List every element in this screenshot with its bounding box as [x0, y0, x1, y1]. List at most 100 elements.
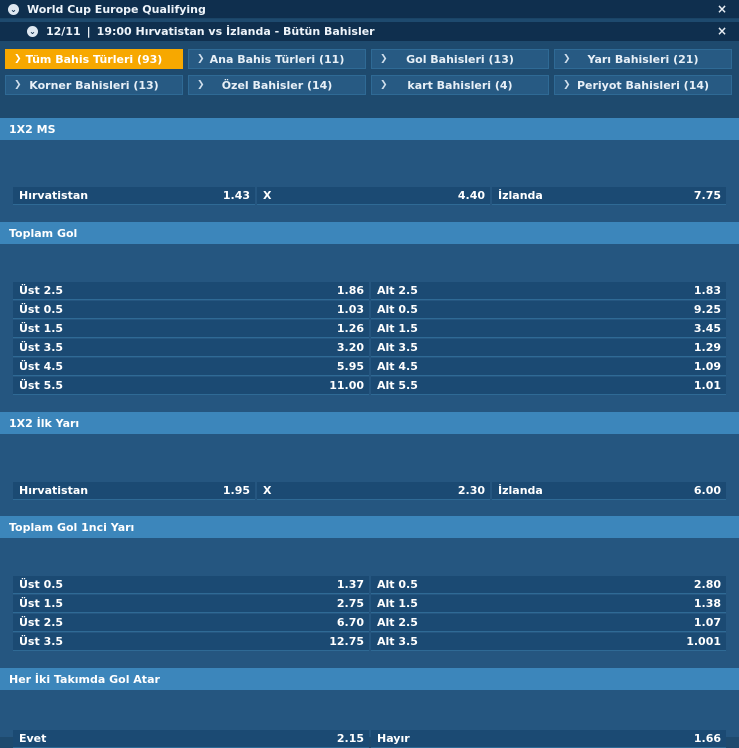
odds-grid: Hırvatistan 1.43 X 4.40 İzlanda 7.75	[13, 187, 726, 205]
odds-value: 6.70	[336, 616, 364, 629]
market-title[interactable]: Toplam Gol 1nci Yarı	[0, 516, 739, 538]
odds-label: Üst 3.5	[19, 635, 64, 648]
odds-label: Alt 5.5	[377, 379, 418, 392]
odds-button[interactable]: Alt 0.5 2.80	[371, 576, 726, 594]
odds-label: Evet	[19, 732, 47, 745]
odds-value: 11.00	[329, 379, 364, 392]
odds-button[interactable]: İzlanda 7.75	[492, 187, 726, 205]
chevron-down-icon[interactable]: ⌄	[8, 3, 19, 15]
odds-label: Üst 2.5	[19, 284, 64, 297]
odds-label: Alt 0.5	[377, 303, 418, 316]
odds-button[interactable]: Üst 0.5 1.03	[13, 301, 369, 319]
match-title: 19:00 Hırvatistan vs İzlanda - Bütün Bah…	[96, 25, 375, 38]
tab-bet-type[interactable]: ❯ Gol Bahisleri (13)	[371, 49, 549, 69]
odds-label: Üst 2.5	[19, 616, 64, 629]
odds-button[interactable]: Alt 5.5 1.01	[371, 377, 726, 395]
odds-button[interactable]: Üst 1.5 1.26	[13, 320, 369, 338]
odds-button[interactable]: Üst 4.5 5.95	[13, 358, 369, 376]
odds-label: İzlanda	[498, 484, 543, 497]
market-body: Hırvatistan 1.43 X 4.40 İzlanda 7.75	[0, 140, 739, 231]
odds-button[interactable]: Evet 2.15	[13, 730, 369, 748]
odds-label: Üst 1.5	[19, 322, 64, 335]
tab-bet-type[interactable]: ❯ Tüm Bahis Türleri (93)	[5, 49, 183, 69]
odds-label: Alt 4.5	[377, 360, 418, 373]
odds-button[interactable]: Alt 3.5 1.29	[371, 339, 726, 357]
odds-button[interactable]: Hırvatistan 1.95	[13, 482, 255, 500]
odds-button[interactable]: Alt 1.5 1.38	[371, 595, 726, 613]
odds-value: 9.25	[693, 303, 721, 316]
market-title[interactable]: Her İki Takımda Gol Atar	[0, 668, 739, 690]
odds-button[interactable]: Hayır 1.66	[371, 730, 726, 748]
tab-label: Özel Bahisler (14)	[221, 78, 333, 92]
odds-value: 4.40	[457, 189, 485, 202]
odds-button[interactable]: X 2.30	[257, 482, 490, 500]
odds-value: 1.01	[693, 379, 721, 392]
market-title[interactable]: 1X2 İlk Yarı	[0, 412, 739, 434]
odds-button[interactable]: X 4.40	[257, 187, 490, 205]
tab-label: kart Bahisleri (4)	[407, 78, 513, 92]
odds-value: 1.43	[222, 189, 250, 202]
odds-label: Alt 0.5	[377, 578, 418, 591]
match-bar[interactable]: ⌄ 12/11 | 19:00 Hırvatistan vs İzlanda -…	[0, 22, 739, 41]
odds-value: 1.83	[693, 284, 721, 297]
odds-grid: Üst 0.5 1.37 Alt 0.5 2.80 Üst 1.5 2.75 Alt 1.5…	[13, 576, 726, 651]
tab-label: Korner Bahisleri (13)	[29, 78, 159, 92]
odds-label: Alt 2.5	[377, 284, 418, 297]
market-title[interactable]: 1X2 MS	[0, 118, 739, 140]
chevron-right-icon: ❯	[197, 54, 205, 64]
odds-label: Üst 0.5	[19, 578, 64, 591]
market-title[interactable]: Toplam Gol	[0, 222, 739, 244]
tab-bet-type[interactable]: ❯ Ana Bahis Türleri (11)	[188, 49, 366, 69]
odds-label: Üst 0.5	[19, 303, 64, 316]
market-section: Her İki Takımda Gol Atar Evet 2.15 Hayır 1.6…	[0, 668, 739, 748]
odds-button[interactable]: Alt 2.5 1.07	[371, 614, 726, 632]
tab-bet-type[interactable]: ❯ Özel Bahisler (14)	[188, 75, 366, 95]
odds-button[interactable]: Alt 1.5 3.45	[371, 320, 726, 338]
odds-label: Hırvatistan	[19, 484, 89, 497]
tab-bet-type[interactable]: ❯ Periyot Bahisleri (14)	[554, 75, 732, 95]
tab-bet-type[interactable]: ❯ kart Bahisleri (4)	[371, 75, 549, 95]
tab-bet-type[interactable]: ❯ Yarı Bahisleri (21)	[554, 49, 732, 69]
odds-label: Üst 5.5	[19, 379, 64, 392]
odds-button[interactable]: Üst 2.5 1.86	[13, 282, 369, 300]
match-date: 12/11	[46, 25, 81, 38]
odds-button[interactable]: Üst 1.5 2.75	[13, 595, 369, 613]
odds-value: 1.95	[222, 484, 250, 497]
odds-button[interactable]: Alt 3.5 1.001	[371, 633, 726, 651]
tab-label: Periyot Bahisleri (14)	[576, 78, 710, 92]
bet-type-tabs: ❯ Tüm Bahis Türleri (93) ❯ Ana Bahis Türler…	[5, 49, 734, 95]
odds-button[interactable]: Alt 2.5 1.83	[371, 282, 726, 300]
odds-button[interactable]: İzlanda 6.00	[492, 482, 726, 500]
competition-bar[interactable]: ⌄ World Cup Europe Qualifying ×	[0, 0, 739, 19]
chevron-right-icon: ❯	[14, 80, 22, 90]
chevron-down-icon[interactable]: ⌄	[27, 26, 38, 37]
tab-bet-type[interactable]: ❯ Korner Bahisleri (13)	[5, 75, 183, 95]
odds-value: 1.66	[693, 732, 721, 745]
odds-value: 6.00	[693, 484, 721, 497]
odds-grid: Hırvatistan 1.95 X 2.30 İzlanda 6.00	[13, 482, 726, 500]
odds-button[interactable]: Alt 0.5 9.25	[371, 301, 726, 319]
odds-button[interactable]: Üst 2.5 6.70	[13, 614, 369, 632]
odds-value: 12.75	[329, 635, 364, 648]
close-icon[interactable]: ×	[717, 24, 727, 38]
odds-button[interactable]: Üst 0.5 1.37	[13, 576, 369, 594]
market-body: Üst 2.5 1.86 Alt 2.5 1.83 Üst 0.5 1.03 Alt 0.5…	[0, 244, 739, 419]
market-section: 1X2 MS Hırvatistan 1.43 X 4.40 İzlanda 7.75	[0, 118, 739, 231]
odds-grid: Evet 2.15 Hayır 1.66	[13, 730, 726, 748]
chevron-right-icon: ❯	[197, 80, 205, 90]
odds-value: 3.20	[336, 341, 364, 354]
odds-button[interactable]: Üst 3.5 12.75	[13, 633, 369, 651]
odds-button[interactable]: Alt 4.5 1.09	[371, 358, 726, 376]
odds-value: 2.80	[693, 578, 721, 591]
odds-value: 5.95	[336, 360, 364, 373]
odds-value: 1.03	[336, 303, 364, 316]
competition-title: World Cup Europe Qualifying	[27, 2, 206, 16]
odds-button[interactable]: Hırvatistan 1.43	[13, 187, 255, 205]
odds-label: İzlanda	[498, 189, 543, 202]
odds-value: 1.26	[336, 322, 364, 335]
odds-label: Üst 4.5	[19, 360, 64, 373]
close-icon[interactable]: ×	[717, 2, 727, 16]
odds-button[interactable]: Üst 3.5 3.20	[13, 339, 369, 357]
odds-value: 2.15	[336, 732, 364, 745]
odds-button[interactable]: Üst 5.5 11.00	[13, 377, 369, 395]
